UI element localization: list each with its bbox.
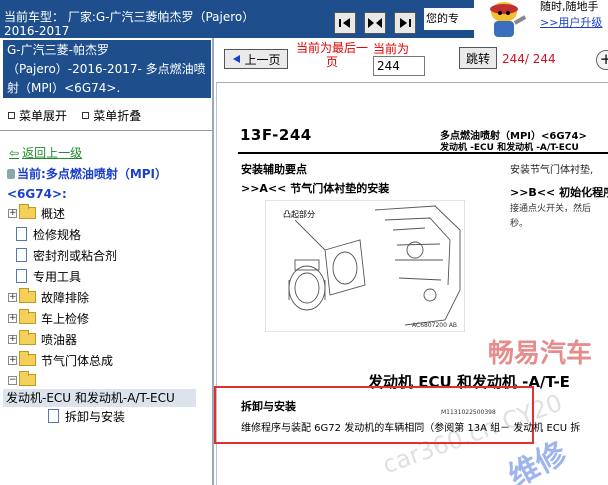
section-a-heading: >>A<< 节气门体衬垫的安装 [241, 182, 390, 195]
lock-icon [7, 169, 15, 179]
last-page-note: 当前为最后一页 [296, 41, 369, 69]
folder-open-icon [19, 371, 36, 386]
arrow-left-icon [233, 55, 241, 63]
arrow-left-icon [339, 18, 350, 28]
document-icon [16, 248, 27, 262]
toggle-panels-button[interactable] [364, 12, 386, 34]
mascot-icon [474, 0, 532, 38]
plus-icon: + [599, 50, 608, 68]
reference-code: M1131022500398 [441, 409, 496, 416]
tree-item-selected[interactable]: 发动机-ECU 和发动机-A/T-ECU [3, 389, 196, 407]
section-install-notes: 安装辅助要点 [241, 163, 307, 176]
square-icon [8, 112, 15, 119]
current-car-years: 2016-2017 [4, 24, 70, 38]
expand-plus-icon: + [8, 291, 17, 302]
document-icon [16, 269, 27, 283]
back-arrow-icon: ⇦ [9, 146, 20, 160]
expand-plus-icon: + [8, 333, 17, 344]
tree-item-throttle-body[interactable]: + 节气门体总成 [8, 351, 113, 369]
expand-plus-icon: + [8, 207, 17, 218]
tree-item-sealant[interactable]: 密封剂或粘合剂 [8, 246, 117, 264]
document-icon [48, 409, 59, 423]
document-icon [16, 227, 27, 241]
section-b-heading: >>B<< 初始化程序 [510, 186, 608, 199]
expand-right-button[interactable] [394, 12, 416, 34]
remove-install-body: 维修程序与装配 6G72 发动机的车辆相同（参阅第 13A 组－ 发动机 ECU… [241, 423, 581, 434]
right-column-body: 接通点火开关，然后 秒。 [510, 204, 592, 229]
current-location: 当前:多点燃油喷射（MPI）<6G74>: [7, 167, 168, 201]
figure-code: AC6807200 AB [412, 322, 458, 329]
tree-item-special-tools[interactable]: 专用工具 [8, 267, 81, 285]
expand-plus-icon: + [8, 354, 17, 365]
current-car-model: 当前车型： 厂家:G-广汽三菱帕杰罗（Pajero） [4, 10, 255, 24]
tree-item-specs[interactable]: 检修规格 [8, 225, 81, 243]
page-count: 244/ 244 [502, 52, 556, 66]
document-page-number: 13F-244 [240, 126, 312, 144]
header-rule [238, 152, 608, 154]
tree-item-injector[interactable]: + 喷油器 [8, 330, 77, 348]
folder-icon [19, 351, 36, 366]
user-upgrade-link[interactable]: >>用户升级 [540, 14, 602, 30]
folder-icon [19, 288, 36, 303]
page-number-input[interactable] [373, 56, 425, 76]
menu-expand-button[interactable]: 菜单展开 [8, 109, 67, 123]
arrow-right-icon [400, 18, 411, 28]
figure-callout: 凸起部分 [283, 209, 315, 220]
tree-item-troubleshooting[interactable]: + 故障排除 [8, 288, 89, 306]
split-arrows-icon [368, 18, 382, 28]
collapse-left-button[interactable] [334, 12, 356, 34]
current-page-label: 当前为 [373, 42, 410, 56]
square-icon [82, 112, 90, 119]
jump-button[interactable]: 跳转 [459, 47, 497, 69]
left-panel-title: G-广汽三菱-帕杰罗（Pajero）-2016-2017- 多点燃油喷射（MPI… [3, 40, 211, 98]
folder-icon [19, 309, 36, 324]
ad-text: 您的专 [424, 8, 474, 30]
divider [0, 130, 212, 131]
tree-item-remove-install[interactable]: 拆卸与安装 [40, 407, 125, 425]
folder-icon [19, 330, 36, 345]
prev-page-button[interactable]: 上一页 [224, 49, 288, 69]
ad-slogan: 随时,随地手 [540, 0, 599, 13]
zoom-in-button[interactable]: + [596, 50, 608, 70]
divider [216, 82, 608, 83]
tree-item-ecu-folder[interactable]: − [8, 371, 41, 389]
expand-plus-icon: + [8, 312, 17, 323]
remove-install-heading: 拆卸与安装 [241, 400, 296, 413]
back-link[interactable]: ⇦ 返回上一级 [9, 144, 82, 161]
menu-controls: 菜单展开 菜单折叠 [8, 107, 141, 124]
folder-icon [19, 204, 36, 219]
tree-item-onboard-service[interactable]: + 车上检修 [8, 309, 89, 327]
watermark-brand: 畅易汽车 [488, 339, 593, 369]
right-column-text: 安装节气门体衬垫, [510, 165, 594, 176]
menu-collapse-button[interactable]: 菜单折叠 [82, 109, 141, 123]
collapse-minus-icon: − [8, 374, 17, 385]
tree-item-overview[interactable]: + 概述 [8, 204, 65, 222]
